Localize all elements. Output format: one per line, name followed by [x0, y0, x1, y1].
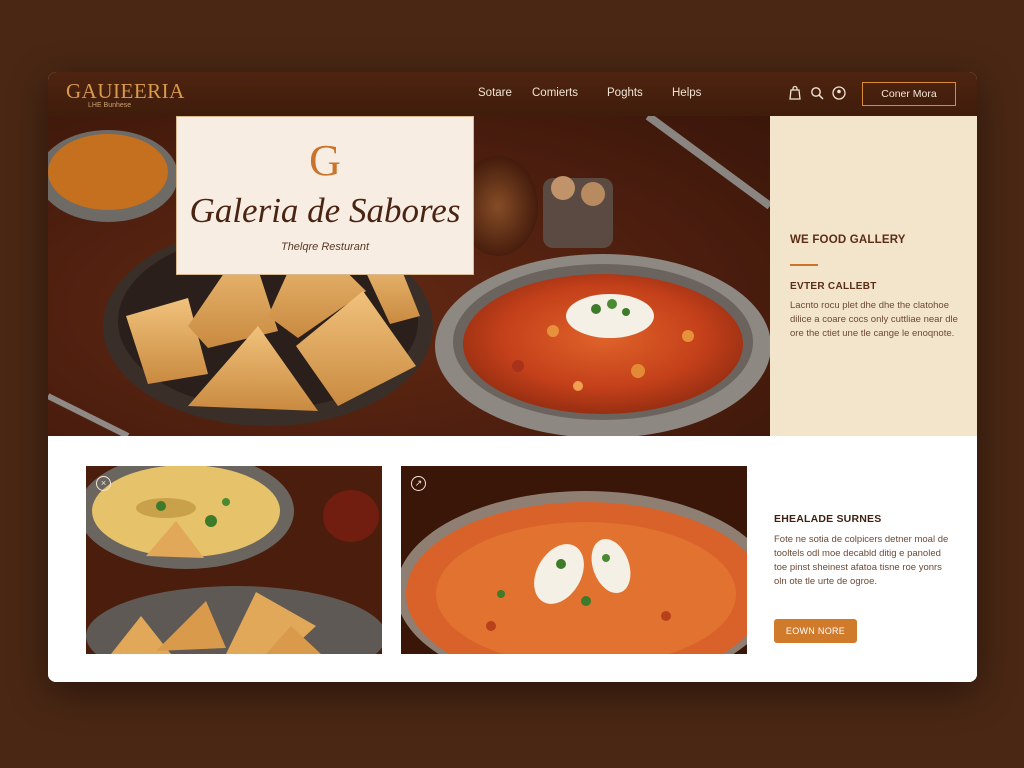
nav-link-2[interactable]: Comierts [532, 87, 578, 99]
dal-illustration [86, 466, 382, 654]
contact-button[interactable]: Coner Mora [862, 82, 956, 106]
logo-tagline: LHE Bunhese [88, 102, 132, 109]
gallery-section: × ↗ EHEALADE SURNES Fote ne sotia de col… [48, 436, 977, 682]
nav-link-4[interactable]: Helps [672, 87, 701, 99]
feature-info: EHEALADE SURNES Fote ne sotia de colpice… [774, 513, 954, 643]
hero-image: G Galeria de Sabores Thelqre Resturant [48, 116, 770, 436]
monogram-logo: G [309, 136, 341, 185]
restaurant-title-card: G Galeria de Sabores Thelqre Resturant [176, 116, 474, 275]
gallery-thumb-dal[interactable]: × [86, 466, 382, 654]
bag-icon[interactable] [787, 85, 803, 101]
nav-link-1[interactable]: Sotare [478, 87, 512, 99]
restaurant-title: Galeria de Sabores [189, 191, 461, 230]
site-logo[interactable]: GAUIEERIA LHE Bunhese [66, 80, 185, 109]
search-icon[interactable] [809, 85, 825, 101]
curry-illustration [401, 466, 747, 654]
about-subheading: EVTER CALLEBT [790, 281, 877, 292]
close-icon[interactable]: × [96, 476, 111, 491]
about-text: Lacnto rocu plet dhe dhe the clatohoe di… [790, 300, 958, 339]
site-window: GAUIEERIA LHE Bunhese Sotare Comierts Po… [48, 72, 977, 682]
feature-text: Fote ne sotia de colpicers detner moal d… [774, 534, 949, 587]
restaurant-subtitle: Thelqre Resturant [280, 241, 370, 253]
learn-more-button[interactable]: EOWN NORE [774, 619, 857, 643]
nav-link-3[interactable]: Poghts [607, 87, 643, 99]
heading-divider [790, 264, 818, 266]
user-icon[interactable] [831, 85, 847, 101]
about-heading: WE FOOD GALLERY [790, 234, 906, 246]
top-nav: GAUIEERIA LHE Bunhese Sotare Comierts Po… [48, 72, 977, 116]
logo-wordmark: GAUIEERIA [66, 79, 185, 103]
about-panel: WE FOOD GALLERY EVTER CALLEBT Lacnto roc… [770, 116, 977, 442]
expand-icon[interactable]: ↗ [411, 476, 426, 491]
feature-heading: EHEALADE SURNES [774, 513, 882, 525]
gallery-thumb-curry[interactable]: ↗ [401, 466, 747, 654]
